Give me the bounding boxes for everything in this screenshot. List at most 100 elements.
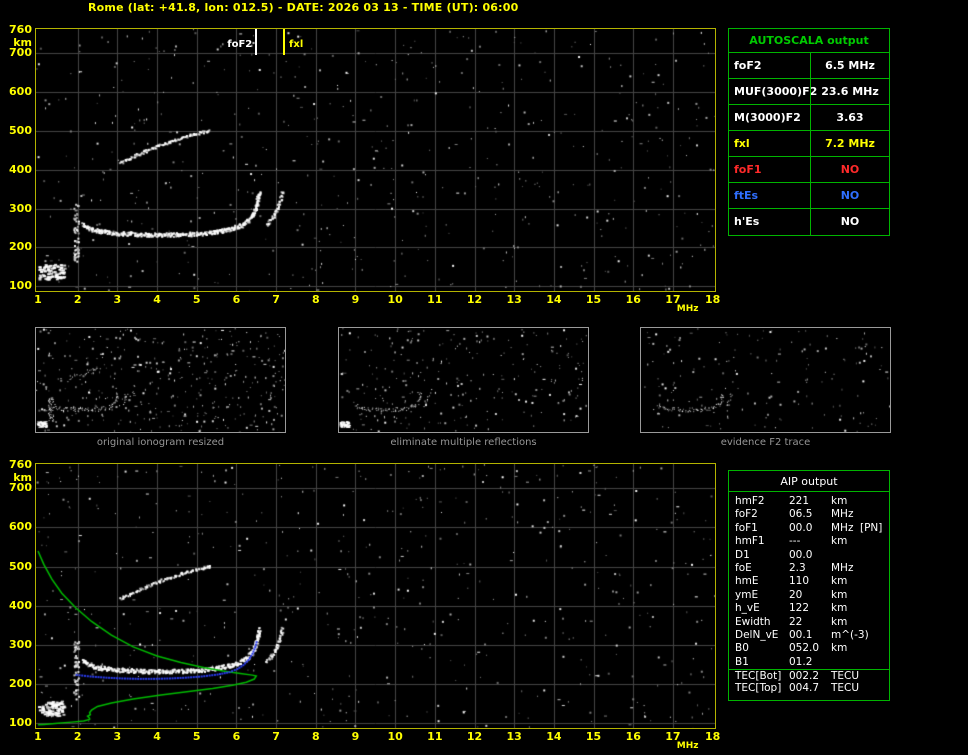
y-tick-label: 300	[9, 201, 32, 215]
x-tick-label: 15	[585, 730, 602, 743]
thumbnail-caption-original: original ionogram resized	[96, 437, 225, 448]
x-tick-label: 4	[153, 730, 161, 743]
aip-row-label: hmE	[735, 575, 759, 588]
ionogram-canvas-bottom	[36, 464, 715, 728]
x-tick-label: 13	[506, 730, 522, 743]
autoscala-row-value: NO	[810, 183, 889, 208]
x-tick-label: 12	[466, 730, 483, 743]
ionogram-plot-top	[35, 28, 716, 292]
aip-table-title: AIP output	[729, 471, 889, 492]
autoscala-row-value: 6.5 MHz	[810, 53, 889, 78]
y-axis-unit: km	[13, 471, 32, 484]
thumbnail-f2-trace	[640, 327, 891, 433]
x-tick-label: 6	[232, 293, 241, 306]
aip-row-unit: km	[831, 642, 848, 655]
x-tick-label: 15	[585, 293, 602, 306]
aip-row-label: h_vE	[735, 602, 760, 615]
aip-row-value: 2.3	[789, 561, 806, 574]
aip-row: foF1 00.0 MHz [PN]	[729, 522, 889, 535]
x-tick-label: 9	[351, 293, 360, 306]
aip-row: hmF1 --- km	[729, 535, 889, 548]
aip-row-value: 110	[789, 575, 810, 588]
aip-row-value: 00.0	[789, 521, 813, 534]
autoscala-row: ftEs NO	[729, 183, 889, 209]
autoscala-row-label: MUF(3000)F2	[734, 85, 818, 98]
y-tick-label: 400	[9, 598, 32, 612]
aip-row: foF2 06.5 MHz	[729, 508, 889, 521]
marker-line-foF2	[255, 29, 258, 55]
aip-row: Ewidth 22 km	[729, 616, 889, 629]
aip-row: TEC[Bot] 002.2 TECU	[729, 669, 889, 682]
aip-row: hmF2 221 km	[729, 495, 889, 508]
x-tick-label: 4	[153, 293, 161, 306]
x-tick-label: 9	[351, 730, 360, 743]
y-tick-label: 700	[9, 481, 32, 495]
marker-line-fxl	[283, 29, 286, 55]
aip-row-extra: [PN]	[860, 521, 883, 534]
aip-row: D1 00.0	[729, 549, 889, 562]
x-tick-label: 7	[272, 730, 280, 743]
aip-row-unit: MHz	[831, 521, 854, 534]
thumbnail-multiple-reflections	[338, 327, 589, 433]
ionogram-canvas-top	[36, 29, 715, 291]
x-tick-label: 16	[625, 293, 641, 306]
aip-row: foE 2.3 MHz	[729, 562, 889, 575]
aip-row-unit: m^(-3)	[831, 628, 869, 641]
y-tick-label: 300	[9, 637, 32, 651]
x-tick-label: 1	[34, 293, 42, 306]
x-tick-label: 1	[34, 730, 42, 743]
autoscala-table-title: AUTOSCALA output	[729, 29, 889, 53]
aip-row-label: Ewidth	[735, 615, 771, 628]
aip-output-table: AIP output hmF2 221 km foF2 06.5 MHz foF1 00.0 M…	[728, 470, 890, 701]
aip-row: hmE 110 km	[729, 575, 889, 588]
aip-row-value: 052.0	[789, 642, 820, 655]
aip-row-label: hmF2	[735, 495, 765, 507]
aip-row-value: 122	[789, 602, 810, 615]
thumbnail-caption-f2: evidence F2 trace	[720, 437, 811, 448]
aip-row-label: D1	[735, 548, 750, 561]
aip-row-label: foF2	[735, 508, 758, 521]
aip-row-unit: TECU	[831, 670, 860, 683]
aip-row-label: DelN_vE	[735, 628, 779, 641]
aip-row-label: foE	[735, 561, 752, 574]
thumbnail-canvas-reflections	[339, 328, 588, 432]
x-tick-label: 14	[546, 293, 562, 306]
y-axis-unit: km	[13, 36, 32, 49]
aip-row-label: B1	[735, 655, 749, 668]
aip-row-value: 01.2	[789, 655, 813, 668]
aip-row-label: ymE	[735, 588, 759, 601]
autoscala-output-table: AUTOSCALA output foF2 6.5 MHz MUF(3000)F2 2…	[728, 28, 890, 236]
x-tick-label: 8	[311, 730, 320, 743]
autoscala-row-value: NO	[810, 157, 889, 182]
autoscala-row-label: fxl	[734, 137, 750, 150]
station-date-title: Rome (lat: +41.8, lon: 012.5) - DATE: 20…	[88, 1, 519, 14]
aip-row-value: 20	[789, 588, 803, 601]
autoscala-row-label: foF1	[734, 163, 762, 176]
y-tick-label: 200	[9, 240, 32, 254]
autoscala-table-rows: foF2 6.5 MHz MUF(3000)F2 23.6 MHz M(3000)F2 3…	[729, 53, 889, 235]
autoscala-row-label: foF2	[734, 59, 762, 72]
x-tick-label: 13	[506, 293, 522, 306]
x-tick-label: 12	[466, 293, 483, 306]
x-tick-label: 2	[73, 293, 82, 306]
aip-row-unit: MHz	[831, 508, 854, 521]
aip-row-label: TEC[Bot]	[735, 670, 782, 683]
aip-row-label: B0	[735, 642, 749, 655]
aip-row-value: 00.0	[789, 548, 813, 561]
aip-row-label: hmF1	[735, 535, 765, 548]
aip-row-value: 22	[789, 615, 803, 628]
x-tick-label: 5	[192, 730, 201, 743]
y-tick-label: 600	[9, 520, 32, 534]
aip-row-value: 002.2	[789, 670, 820, 683]
x-axis-unit: MHz	[676, 741, 699, 751]
autoscala-row: MUF(3000)F2 23.6 MHz	[729, 79, 889, 105]
aip-row-unit: km	[831, 495, 848, 507]
y-tick-label: 100	[9, 279, 32, 293]
aip-row-unit: TECU	[831, 682, 860, 695]
y-tick-label: 500	[9, 123, 32, 137]
thumbnail-caption-reflections: eliminate multiple reflections	[390, 437, 537, 448]
thumbnail-canvas-original	[36, 328, 285, 432]
x-tick-label: 2	[73, 730, 82, 743]
x-tick-label: 11	[427, 730, 443, 743]
y-tick-label: 500	[9, 559, 32, 573]
